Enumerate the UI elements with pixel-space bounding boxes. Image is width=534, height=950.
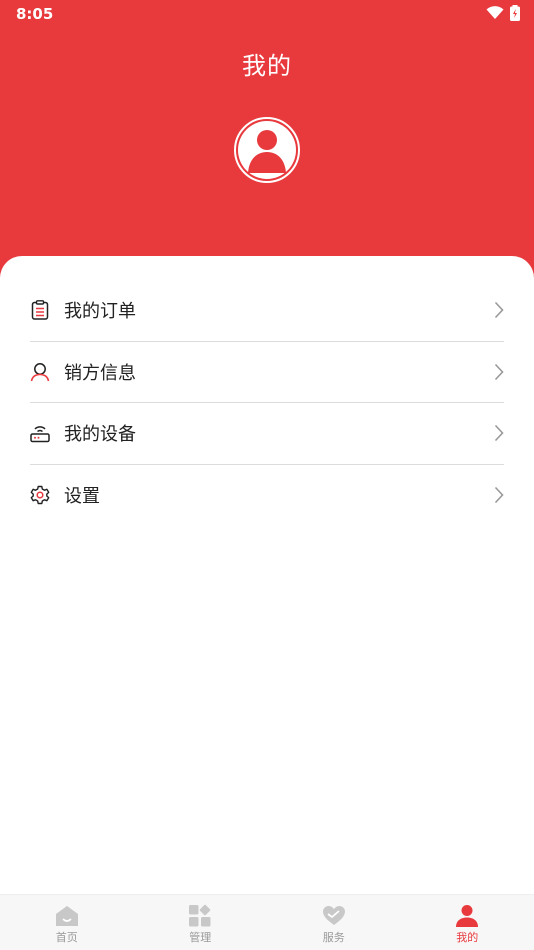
tab-label: 服务 [322, 931, 345, 944]
menu-item-label: 我的设备 [64, 424, 136, 446]
gear-icon [30, 485, 50, 505]
status-bar: 8:05 [0, 0, 534, 28]
home-icon [55, 906, 78, 926]
menu-item-label: 销方信息 [64, 362, 136, 384]
tab-label: 首页 [55, 931, 78, 944]
menu-card: 我的订单 销方信息 我的设备 设置 [0, 256, 534, 896]
heart-icon [322, 906, 345, 925]
tab-mine[interactable]: 我的 [401, 895, 534, 950]
menu-item-label: 设置 [64, 486, 100, 508]
avatar-icon [234, 117, 300, 183]
chevron-right-icon [494, 363, 504, 380]
tab-home[interactable]: 首页 [0, 895, 134, 950]
avatar[interactable] [234, 117, 300, 183]
menu-item-settings[interactable]: 设置 [30, 465, 504, 527]
menu-list: 我的订单 销方信息 我的设备 设置 [30, 280, 504, 526]
status-time: 8:05 [16, 5, 54, 23]
user-icon [30, 362, 50, 382]
chevron-right-icon [494, 487, 504, 504]
menu-item-my-devices[interactable]: 我的设备 [30, 403, 504, 465]
person-icon [456, 905, 479, 927]
grid-icon [189, 904, 211, 927]
menu-item-label: 我的订单 [64, 301, 136, 323]
tab-manage[interactable]: 管理 [134, 895, 268, 950]
battery-icon [510, 5, 520, 21]
tab-service[interactable]: 服务 [267, 895, 401, 950]
chevron-right-icon [494, 425, 504, 442]
bottom-tab-bar: 首页 管理 服务 我的 [0, 894, 534, 950]
menu-item-orders[interactable]: 我的订单 [30, 280, 504, 342]
tab-label: 我的 [456, 931, 479, 944]
status-icons [486, 5, 520, 21]
wifi-icon [486, 6, 504, 19]
menu-item-seller-info[interactable]: 销方信息 [30, 342, 504, 403]
page-title: 我的 [242, 52, 292, 80]
chevron-right-icon [494, 302, 504, 319]
router-icon [30, 423, 50, 443]
clipboard-icon [30, 300, 50, 320]
tab-label: 管理 [189, 931, 212, 944]
